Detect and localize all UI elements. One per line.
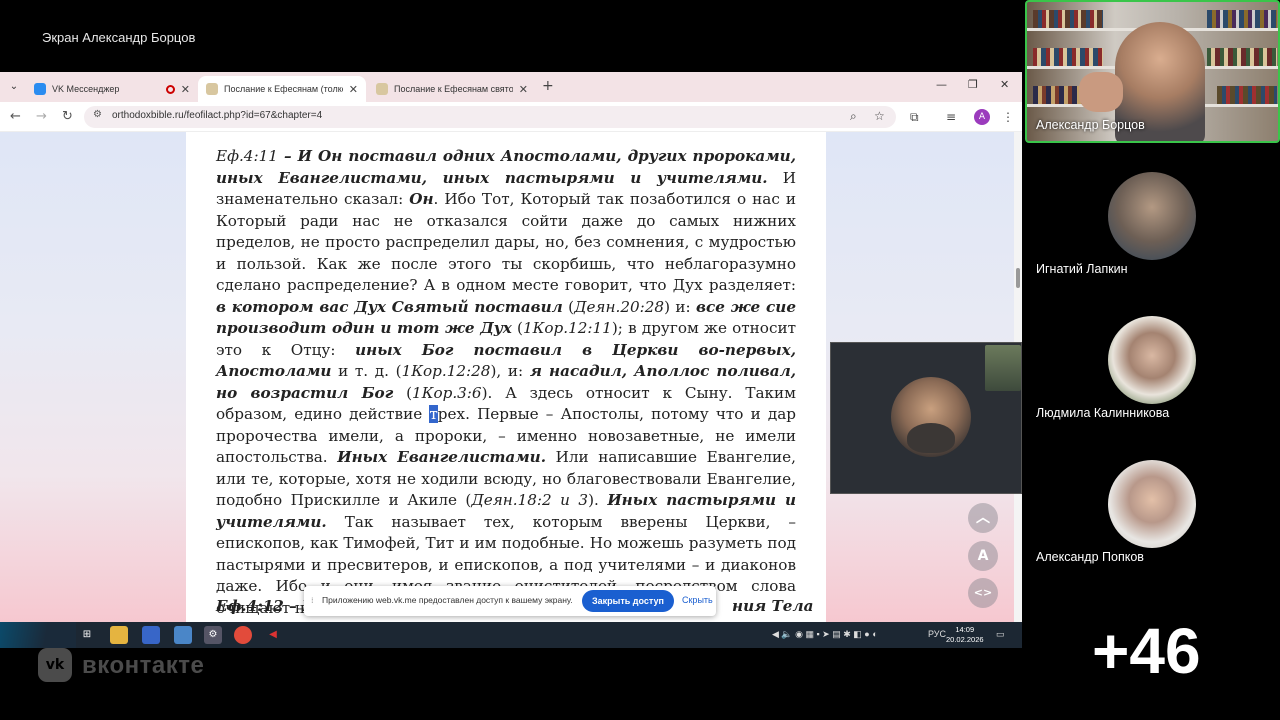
reload-icon[interactable]: ↻	[62, 109, 73, 124]
scrollbar-thumb[interactable]	[1016, 268, 1020, 288]
tab-vk-messenger[interactable]: VK Мессенджер ✕	[26, 76, 198, 102]
vk-logo-icon: vk	[38, 648, 72, 682]
store-icon[interactable]	[142, 626, 160, 644]
vk-favicon-icon	[34, 83, 46, 95]
menu-icon[interactable]: ⋮	[1002, 110, 1014, 124]
omnibox[interactable]: ⚙ orthodoxbible.ru/feofilact.php?id=67&c…	[84, 106, 896, 128]
forward-icon[interactable]: →	[36, 109, 47, 124]
settings-icon[interactable]: ⚙	[204, 626, 222, 644]
close-tab-icon[interactable]: ✕	[181, 83, 190, 96]
tab-epistle-commentary[interactable]: Послание к Ефесянам (толков ✕	[198, 76, 366, 102]
language-indicator[interactable]: РУС	[928, 629, 946, 639]
file-explorer-icon[interactable]	[110, 626, 128, 644]
page-favicon-icon	[376, 83, 388, 95]
tab-search-chevron-icon[interactable]: ⌄	[6, 79, 22, 95]
participant-avatar[interactable]	[1108, 460, 1196, 548]
app-icon[interactable]: ◀	[264, 626, 282, 644]
scripture-ref: Деян.18:2 и 3	[471, 491, 589, 509]
participant-name: Игнатий Лапкин	[1036, 262, 1128, 276]
mail-icon[interactable]	[174, 626, 192, 644]
participant-name: Александр Борцов	[1036, 118, 1145, 132]
page-favicon-icon	[206, 83, 218, 95]
address-bar-row: ← → ↻ ⚙ orthodoxbible.ru/feofilact.php?i…	[0, 102, 1022, 132]
url-text: orthodoxbible.ru/feofilact.php?id=67&cha…	[112, 110, 323, 121]
stop-sharing-button[interactable]: Закрыть доступ	[582, 590, 674, 612]
mini-self-view	[985, 345, 1021, 391]
close-window-icon[interactable]: ✕	[1000, 78, 1009, 91]
scroll-up-button[interactable]: ︿	[968, 503, 998, 533]
screen-share-notice: ⁞ Приложению web.vk.me предоставлен дост…	[304, 586, 716, 616]
presenter-pip-video[interactable]	[830, 342, 1022, 494]
participant-name: Александр Попков	[1036, 550, 1144, 564]
participants-panel: Александр Борцов Игнатий Лапкин Людмила …	[1022, 0, 1280, 720]
close-tab-icon[interactable]: ✕	[349, 83, 358, 96]
maximize-icon[interactable]: ❐	[968, 78, 978, 91]
more-participants-count[interactable]: +46	[1092, 614, 1201, 688]
tab-epistle-saint[interactable]: Послание к Ефесянам святого ✕	[368, 76, 536, 102]
task-view-icon[interactable]: ⊞	[78, 626, 96, 644]
zoom-icon[interactable]: ⌕	[850, 109, 857, 124]
code-toggle-button[interactable]: <>	[968, 578, 998, 608]
presenter-face	[891, 377, 971, 457]
commentary-text: Еф.4:11 – И Он поставил одних Апостолами…	[216, 147, 797, 617]
notifications-icon[interactable]: ▭	[996, 629, 1005, 640]
start-area[interactable]	[0, 622, 76, 648]
close-tab-icon[interactable]: ✕	[519, 83, 528, 96]
next-verse-end: ния Тела	[732, 597, 814, 615]
minimize-icon[interactable]: —	[936, 78, 947, 91]
participant-name: Людмила Калинникова	[1036, 406, 1170, 420]
hide-notice-link[interactable]: Скрыть	[682, 595, 713, 605]
chrome-icon[interactable]	[234, 626, 252, 644]
document-page: Еф.4:11 – И Он поставил одних Апостолами…	[186, 132, 826, 622]
next-verse-start: Еф.4:12 – К	[216, 597, 316, 615]
windows-taskbar: ⊞ ⚙ ◀ ◀ 🔈 ◉ ▦ ▪ ➤ ▤ ✱ ◧ ● ◐ РУС 14:09 20.…	[0, 622, 1022, 648]
scripture-ref: 1Кор.12:28	[401, 362, 491, 380]
scripture-ref: Деян.20:28	[574, 297, 665, 316]
scripture-ref: 1Кор.3:6	[412, 383, 482, 402]
site-info-icon[interactable]: ⚙	[93, 109, 102, 120]
screen-share-title: Экран Александр Борцов	[42, 30, 196, 45]
verse-reference: Еф.4:11	[216, 147, 278, 165]
media-controls-icon[interactable]: ≡	[946, 110, 956, 124]
brand-wordmark: вконтакте	[82, 652, 205, 679]
clock[interactable]: 14:09 20.02.2026	[946, 625, 984, 645]
tray-icons[interactable]: ◀ 🔈 ◉ ▦ ▪ ➤ ▤ ✱ ◧ ● ◐	[772, 629, 878, 640]
recording-icon	[165, 84, 175, 94]
extensions-icon[interactable]: ⧉	[910, 110, 919, 125]
scripture-ref: 1Кор.12:11	[522, 319, 612, 337]
bookmark-star-icon[interactable]: ☆	[874, 109, 885, 123]
browser-tab-bar: ⌄ VK Мессенджер ✕ Послание к Ефесянам (т…	[0, 72, 1022, 102]
text-selection[interactable]: т	[429, 405, 438, 423]
text-cursor-icon: I	[299, 475, 303, 489]
verse-quote: – И Он поставил одних Апостолами, других…	[216, 147, 796, 187]
new-tab-icon[interactable]: +	[542, 78, 554, 94]
profile-avatar[interactable]: A	[974, 109, 990, 125]
participant-avatar[interactable]	[1108, 316, 1196, 404]
back-icon[interactable]: ←	[10, 109, 21, 124]
text-size-button[interactable]: A	[968, 541, 998, 571]
participant-avatar[interactable]	[1108, 172, 1196, 260]
drag-handle-icon[interactable]: ⁞	[311, 596, 314, 605]
